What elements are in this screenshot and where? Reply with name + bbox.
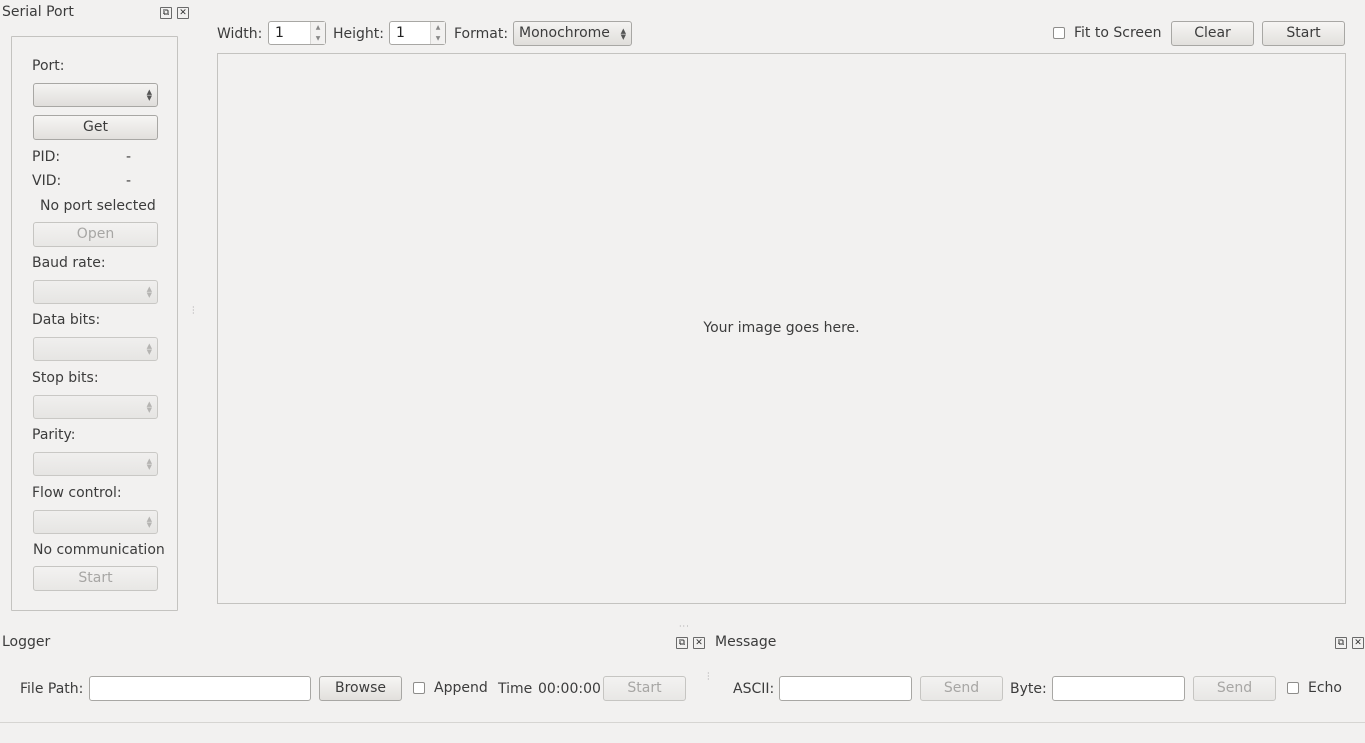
comm-status: No communication [33,542,165,558]
file-path-label: File Path: [20,681,84,697]
stop-bits-label: Stop bits: [32,370,99,386]
combo-arrows-icon: ▲ ▼ [146,457,152,471]
width-value: 1 [275,25,284,41]
combo-arrows-icon: ▲ ▼ [146,515,152,529]
combo-arrows-icon: ▲ ▼ [146,285,152,299]
port-select[interactable]: ▲ ▼ [33,83,158,107]
get-button[interactable]: Get [33,115,158,140]
vid-value: - [126,173,132,189]
splitter-handle-icon[interactable]: ··· [192,304,195,318]
height-value: 1 [396,25,405,41]
time-value: 00:00:00 [538,681,601,697]
format-select[interactable]: Monochrome ▲ ▼ [513,21,632,46]
height-spinbox[interactable]: 1 ▲ ▼ [389,21,446,45]
baud-rate-select[interactable]: ▲ ▼ [33,280,158,304]
spin-arrows-icon[interactable]: ▲ ▼ [430,22,445,44]
append-checkbox[interactable] [413,682,425,694]
append-label: Append [434,680,488,696]
logger-start-button[interactable]: Start [603,676,686,701]
pid-label: PID: [32,149,61,165]
combo-arrows-icon: ▲ ▼ [620,26,626,41]
toolbar-start-button[interactable]: Start [1262,21,1345,46]
combo-arrows-icon: ▲ ▼ [146,342,152,356]
port-status: No port selected [40,198,156,214]
status-bar [0,723,1365,743]
close-icon[interactable]: ✕ [693,637,705,649]
byte-input[interactable] [1052,676,1185,701]
logger-title: Logger [2,634,51,650]
splitter-handle-icon[interactable]: ··· [679,622,690,631]
send-ascii-button[interactable]: Send [920,676,1003,701]
width-spinbox[interactable]: 1 ▲ ▼ [268,21,326,45]
stop-bits-select[interactable]: ▲ ▼ [33,395,158,419]
send-byte-button[interactable]: Send [1193,676,1276,701]
close-icon[interactable]: ✕ [177,7,189,19]
data-bits-label: Data bits: [32,312,101,328]
serial-start-button[interactable]: Start [33,566,158,591]
combo-arrows-icon: ▲ ▼ [146,88,152,102]
float-icon[interactable]: ⧉ [676,637,688,649]
data-bits-select[interactable]: ▲ ▼ [33,337,158,361]
parity-select[interactable]: ▲ ▼ [33,452,158,476]
baud-rate-label: Baud rate: [32,255,106,271]
fit-to-screen-label: Fit to Screen [1074,25,1162,41]
combo-arrows-icon: ▲ ▼ [146,400,152,414]
echo-label: Echo [1308,680,1342,696]
message-title: Message [715,634,777,650]
vid-label: VID: [32,173,62,189]
browse-button[interactable]: Browse [319,676,402,701]
pid-value: - [126,149,132,165]
image-placeholder: Your image goes here. [703,320,860,336]
serial-port-title: Serial Port [2,4,74,20]
height-label: Height: [333,26,384,42]
float-icon[interactable]: ⧉ [1335,637,1347,649]
format-label: Format: [454,26,509,42]
float-icon[interactable]: ⧉ [160,7,172,19]
clear-button[interactable]: Clear [1171,21,1254,46]
width-label: Width: [217,26,263,42]
ascii-label: ASCII: [733,681,775,697]
parity-label: Parity: [32,427,76,443]
open-button[interactable]: Open [33,222,158,247]
time-label: Time [498,681,533,697]
format-value: Monochrome [519,25,610,41]
file-path-input[interactable] [89,676,311,701]
close-icon[interactable]: ✕ [1352,637,1364,649]
fit-to-screen-checkbox[interactable] [1053,27,1065,39]
byte-label: Byte: [1010,681,1047,697]
flow-control-label: Flow control: [32,485,122,501]
echo-checkbox[interactable] [1287,682,1299,694]
port-label: Port: [32,58,65,74]
splitter-handle-icon[interactable]: ··· [707,670,710,684]
flow-control-select[interactable]: ▲ ▼ [33,510,158,534]
ascii-input[interactable] [779,676,912,701]
image-area: Your image goes here. [217,53,1346,604]
spin-arrows-icon[interactable]: ▲ ▼ [310,22,325,44]
